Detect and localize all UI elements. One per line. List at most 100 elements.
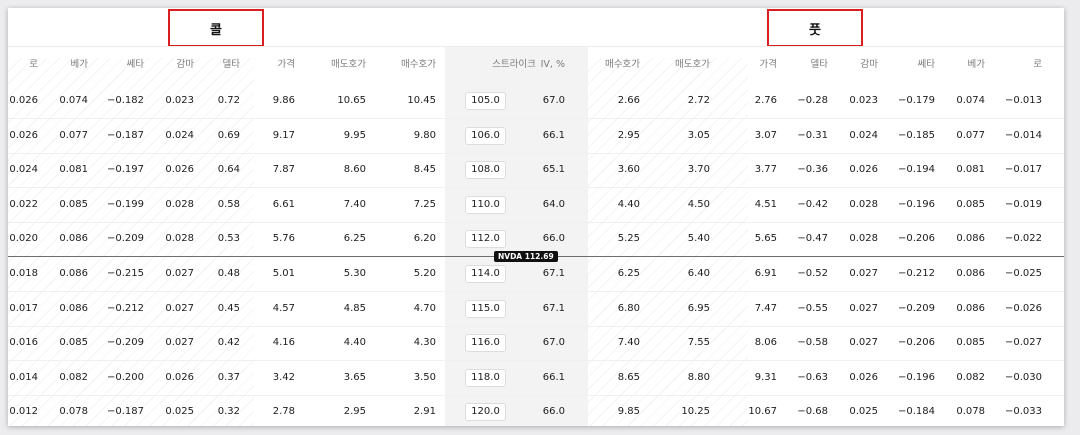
call-ask-cell: 4.85	[343, 302, 366, 314]
call-price-cell: 4.57	[272, 302, 295, 314]
put-rho-cell: −0.033	[1004, 406, 1042, 418]
call-price-cell: 9.86	[272, 95, 295, 106]
put-rho-cell: −0.019	[1004, 198, 1042, 210]
put-ask-cell: 4.50	[687, 198, 710, 210]
row-divider	[8, 152, 1064, 154]
row-divider	[8, 118, 1064, 119]
put-ask-cell: 10.25	[681, 406, 710, 418]
call-bid-cell: 6.20	[413, 233, 436, 245]
call-bid-cell: 7.25	[413, 198, 436, 210]
call-bid-cell: 5.20	[413, 268, 436, 279]
option-chain-panel: 콜 풋 로 베가 쎄타 감마 델타 가격 매도호가 매수호가 스트라이크 IV, % 매수호가 매도호…	[8, 8, 1064, 426]
call-price-cell: 5.76	[272, 233, 295, 245]
call-bid-cell: 2.91	[413, 406, 436, 418]
call-bid-cell: 4.30	[413, 337, 436, 349]
put-rho-cell: −0.017	[1004, 164, 1042, 176]
put-rho-cell: −0.013	[1004, 95, 1042, 106]
put-rho-cell: −0.025	[1004, 268, 1042, 279]
iv-cell: 65.1	[542, 164, 565, 176]
iv-cell: 64.0	[542, 198, 565, 210]
call-header-ask: 매도호가	[331, 59, 366, 70]
call-price-cell: 3.42	[272, 371, 295, 383]
call-price-cell: 9.17	[272, 129, 295, 141]
row-divider	[8, 221, 1064, 223]
call-price-cell: 2.78	[272, 406, 295, 418]
strike-price-button[interactable]: 120.0	[465, 403, 506, 422]
call-ask-cell: 7.40	[343, 198, 366, 210]
put-rho-cell: −0.026	[1004, 302, 1042, 314]
put-ask-cell: 2.72	[687, 95, 710, 106]
strike-price-button[interactable]: 112.0	[465, 230, 506, 249]
iv-header: IV, %	[540, 59, 565, 70]
call-ask-cell: 5.30	[343, 268, 366, 279]
put-ask-cell: 3.70	[687, 164, 710, 176]
row-divider	[8, 291, 1064, 292]
call-ask-cell: 2.95	[343, 406, 366, 418]
call-ask-cell: 8.60	[343, 164, 366, 176]
call-bid-cell: 4.70	[413, 302, 436, 314]
call-ask-cell: 9.95	[343, 129, 366, 141]
put-header-ask: 매도호가	[675, 59, 710, 70]
call-price-cell: 4.16	[272, 337, 295, 349]
iv-cell: 67.0	[542, 337, 565, 349]
put-bid-cell: 8.65	[617, 371, 640, 383]
put-rho-cell: −0.014	[1004, 129, 1042, 141]
strike-price-button[interactable]: 108.0	[465, 161, 506, 180]
put-bid-cell: 5.25	[617, 233, 640, 245]
put-bid-cell: 3.60	[617, 164, 640, 176]
put-ask-cell: 5.40	[687, 233, 710, 245]
iv-cell: 66.1	[542, 371, 565, 383]
iv-cell: 67.1	[542, 302, 565, 314]
call-price-cell: 5.01	[272, 268, 295, 279]
put-ask-cell: 6.40	[687, 268, 710, 279]
strike-price-button[interactable]: 114.0	[465, 265, 506, 283]
put-bid-cell: 9.85	[617, 406, 640, 418]
calls-section-title: 콜	[168, 9, 264, 47]
underlying-price-badge: NVDA 112.69	[494, 251, 558, 262]
put-bid-cell: 7.40	[617, 337, 640, 349]
iv-cell: 66.0	[542, 233, 565, 245]
put-ask-cell: 6.95	[687, 302, 710, 314]
put-rho-cell: −0.022	[1004, 233, 1042, 245]
row-divider	[8, 360, 1064, 362]
call-bid-cell: 9.80	[413, 129, 436, 141]
put-bid-cell: 4.40	[617, 198, 640, 210]
put-header-rho: 로	[1033, 59, 1042, 70]
call-bid-cell: 10.45	[407, 95, 436, 106]
call-header-bid: 매수호가	[401, 59, 436, 70]
call-bid-cell: 3.50	[413, 371, 436, 383]
call-bid-cell: 8.45	[413, 164, 436, 176]
strike-price-button[interactable]: 116.0	[465, 334, 506, 353]
call-header-price: 가격	[277, 59, 295, 70]
strike-price-button[interactable]: 115.0	[465, 299, 506, 318]
put-rho-cell: −0.030	[1004, 371, 1042, 383]
put-ask-cell: 8.80	[687, 371, 710, 383]
iv-cell: 66.1	[542, 129, 565, 141]
row-divider	[8, 325, 1064, 327]
iv-cell: 67.1	[542, 268, 565, 279]
call-price-cell: 7.87	[272, 164, 295, 176]
strike-price-button[interactable]: 105.0	[465, 92, 506, 110]
strike-price-button[interactable]: 106.0	[465, 126, 506, 145]
row-divider	[8, 187, 1064, 189]
put-bid-cell: 6.80	[617, 302, 640, 314]
put-header-bid: 매수호가	[605, 59, 640, 70]
put-bid-cell: 6.25	[617, 268, 640, 279]
call-ask-cell: 6.25	[343, 233, 366, 245]
put-bid-cell: 2.95	[617, 129, 640, 141]
row-divider	[8, 394, 1064, 396]
strike-price-button[interactable]: 110.0	[465, 195, 506, 214]
put-rho-cell: −0.027	[1004, 337, 1042, 349]
strike-price-button[interactable]: 118.0	[465, 368, 506, 387]
call-ask-cell: 4.40	[343, 337, 366, 349]
call-ask-cell: 10.65	[337, 95, 366, 106]
puts-section-title: 풋	[767, 9, 863, 47]
iv-cell: 66.0	[542, 406, 565, 418]
call-price-cell: 6.61	[272, 198, 295, 210]
put-ask-cell: 3.05	[687, 129, 710, 141]
header-divider	[8, 46, 1064, 47]
call-ask-cell: 3.65	[343, 371, 366, 383]
put-ask-cell: 7.55	[687, 337, 710, 349]
iv-cell: 67.0	[542, 95, 565, 106]
put-bid-cell: 2.66	[617, 95, 640, 106]
